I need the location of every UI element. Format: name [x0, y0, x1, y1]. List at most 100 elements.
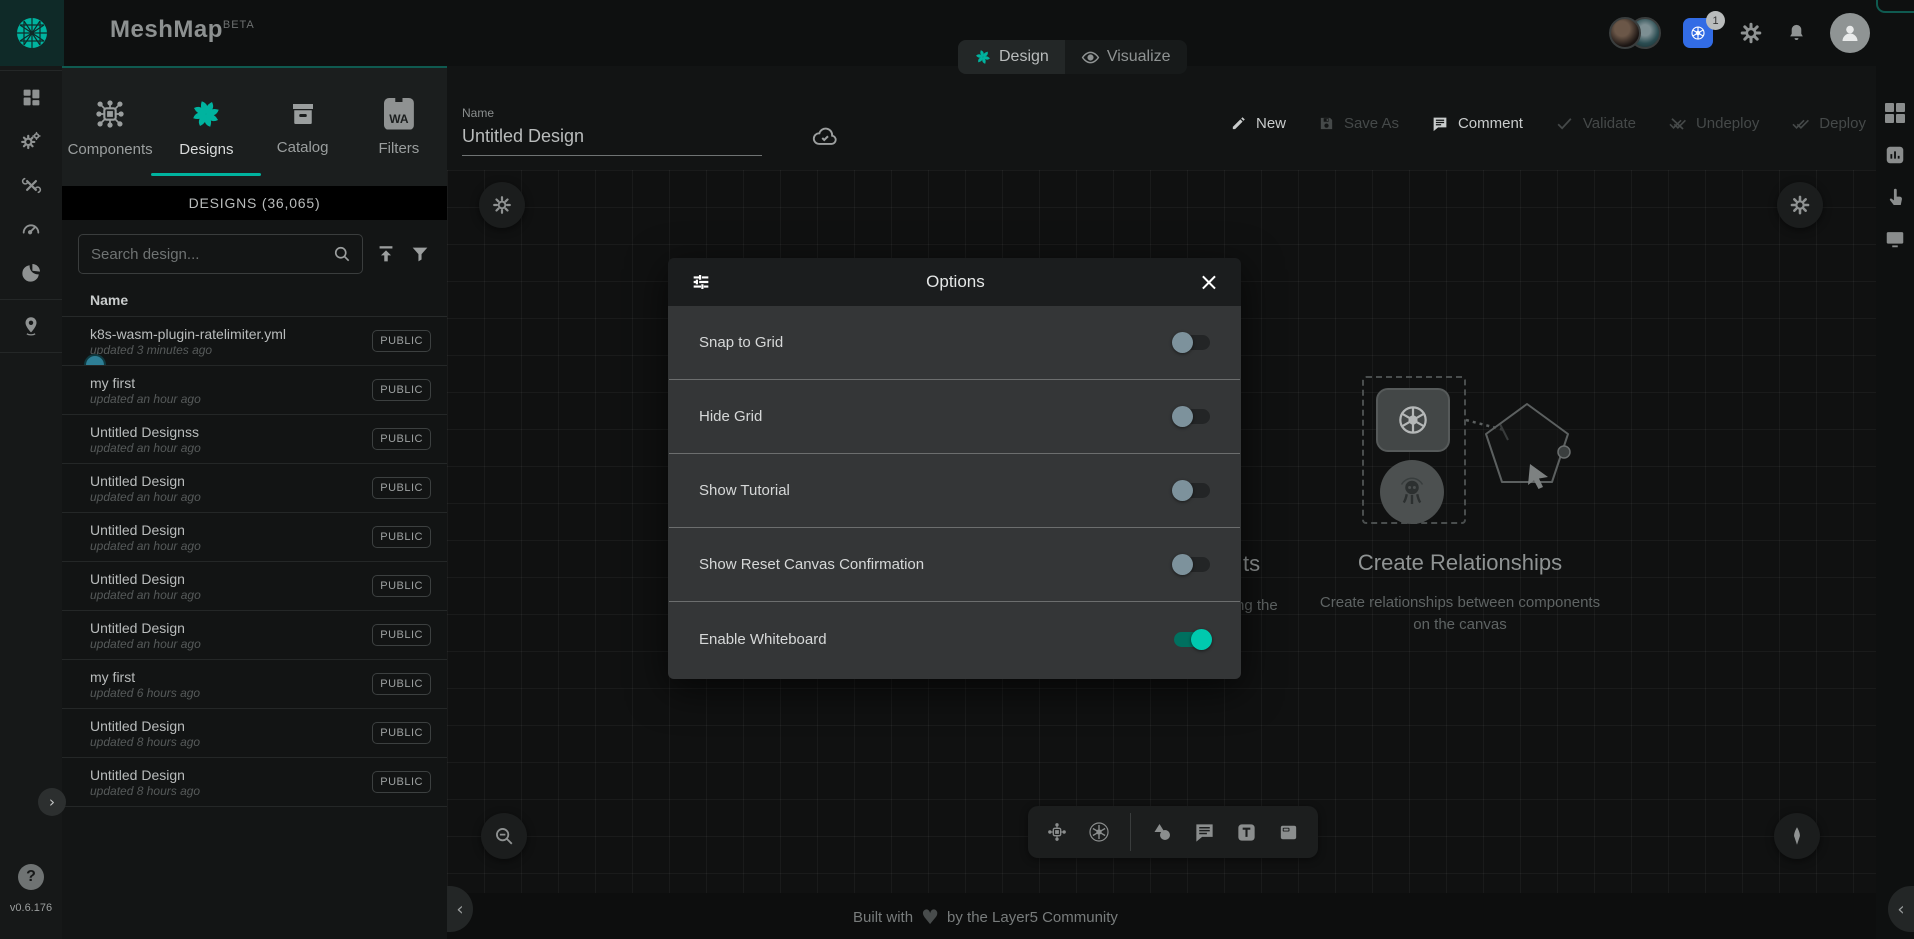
collaborator-avatar[interactable]	[1609, 17, 1641, 49]
squid-component-icon	[1380, 460, 1444, 524]
deploy-label: Deploy	[1819, 115, 1866, 132]
design-row[interactable]: Untitled Designss updated an hour ago PU…	[62, 415, 447, 464]
tab-visualize[interactable]: Visualize	[1065, 40, 1187, 74]
nav-extensions[interactable]	[0, 251, 62, 295]
visibility-badge: PUBLIC	[372, 673, 431, 695]
app-version: v0.6.176	[0, 902, 62, 914]
rail-expand-handle[interactable]: ›	[38, 788, 66, 816]
shapes-tool-icon[interactable]	[1150, 820, 1174, 844]
design-updated: updated an hour ago	[90, 588, 201, 602]
question-mark-icon: ?	[18, 864, 44, 890]
layer5-logo[interactable]	[0, 0, 64, 66]
close-icon[interactable]: ×	[1199, 270, 1219, 294]
undeploy-button[interactable]: Undeploy	[1668, 114, 1759, 133]
person-icon	[1838, 21, 1862, 45]
option-row-snap-to-grid: Snap to Grid	[669, 306, 1240, 380]
header-corner-accent	[1876, 0, 1914, 13]
tab-catalog[interactable]: Catalog	[255, 68, 351, 186]
canvas-config-button[interactable]	[479, 182, 525, 228]
options-modal-header: Options ×	[668, 258, 1241, 306]
nav-performance[interactable]	[0, 207, 62, 251]
collaborator-avatars[interactable]	[1609, 17, 1661, 49]
option-row-reset-confirmation: Show Reset Canvas Confirmation	[669, 528, 1240, 602]
design-row[interactable]: my first updated an hour ago PUBLIC	[62, 366, 447, 415]
toggle-thumb	[1172, 332, 1193, 353]
components-icon	[93, 97, 127, 131]
hide-grid-toggle[interactable]	[1174, 409, 1210, 424]
validate-tower-button[interactable]	[1774, 813, 1820, 859]
filter-funnel-icon[interactable]	[409, 243, 431, 265]
monitor-icon	[1884, 228, 1906, 250]
dock-display[interactable]	[1876, 218, 1914, 260]
app-title: MeshMapBETA	[110, 16, 255, 44]
tab-design[interactable]: Design	[958, 40, 1065, 74]
visibility-badge: PUBLIC	[372, 477, 431, 499]
nav-dashboard[interactable]	[0, 75, 62, 119]
design-row[interactable]: Untitled Design updated an hour ago PUBL…	[62, 562, 447, 611]
toggle-thumb	[1172, 406, 1193, 427]
comment-button[interactable]: Comment	[1431, 115, 1523, 133]
design-row[interactable]: k8s-wasm-plugin-ratelimiter.yml updated …	[62, 317, 447, 366]
design-row[interactable]: Untitled Design updated an hour ago PUBL…	[62, 513, 447, 562]
catalog-archive-icon	[288, 99, 318, 129]
beta-tag: BETA	[223, 19, 255, 31]
mesh-pie-icon	[20, 262, 42, 284]
nav-meshmap[interactable]	[0, 304, 62, 348]
help-button[interactable]: ?	[0, 864, 62, 890]
top-header: MeshMapBETA Design Visualize	[0, 0, 1914, 66]
design-row[interactable]: Untitled Design updated 8 hours ago PUBL…	[62, 709, 447, 758]
snap-to-grid-toggle[interactable]	[1174, 335, 1210, 350]
nav-configuration[interactable]	[0, 163, 62, 207]
design-name: my first	[90, 668, 200, 687]
reset-canvas-confirmation-toggle[interactable]	[1174, 557, 1210, 572]
tab-filters[interactable]: WA Filters	[351, 68, 447, 186]
enable-whiteboard-toggle[interactable]	[1174, 632, 1210, 647]
search-box[interactable]	[78, 234, 363, 274]
rail-divider	[0, 70, 62, 71]
meshmap-app: MeshMapBETA Design Visualize	[0, 0, 1914, 939]
tune-sliders-icon	[690, 271, 712, 293]
save-as-button[interactable]: Save As	[1318, 115, 1399, 132]
dock-widgets[interactable]	[1876, 92, 1914, 134]
validate-button[interactable]: Validate	[1555, 114, 1636, 133]
undeploy-label: Undeploy	[1696, 115, 1759, 132]
user-profile-button[interactable]	[1830, 13, 1870, 53]
designs-count-header: DESIGNS (36,065)	[62, 186, 447, 220]
deploy-button[interactable]: Deploy	[1791, 114, 1866, 133]
design-updated: updated 8 hours ago	[90, 735, 200, 749]
zoom-out-button[interactable]	[481, 813, 527, 859]
tab-components[interactable]: Components	[62, 68, 158, 186]
kubernetes-context-switcher[interactable]: 1	[1683, 18, 1717, 48]
check-icon	[1555, 114, 1574, 133]
design-name-input[interactable]: Untitled Design	[462, 126, 762, 156]
design-browser-panel: Components Designs Catalog WA Filters DE…	[62, 66, 447, 939]
design-name: Untitled Design	[90, 521, 201, 540]
design-updated: updated 3 minutes ago	[90, 343, 286, 357]
design-row[interactable]: my first updated 6 hours ago PUBLIC	[62, 660, 447, 709]
show-tutorial-toggle[interactable]	[1174, 483, 1210, 498]
design-updated: updated an hour ago	[90, 441, 201, 455]
design-name: Untitled Design	[90, 766, 200, 785]
dock-analytics[interactable]	[1876, 134, 1914, 176]
text-tool-icon[interactable]	[1235, 821, 1258, 844]
gear-icon	[1789, 194, 1811, 216]
design-name-field[interactable]: Name Untitled Design	[462, 106, 762, 156]
notifications-bell-icon[interactable]	[1785, 22, 1808, 45]
settings-gear-icon[interactable]	[1739, 21, 1763, 45]
tab-designs[interactable]: Designs	[158, 68, 254, 186]
option-label: Snap to Grid	[699, 334, 783, 351]
search-input[interactable]	[91, 246, 332, 263]
import-design-icon[interactable]	[375, 243, 397, 265]
nav-lifecycle[interactable]	[0, 119, 62, 163]
canvas-settings-button[interactable]	[1777, 182, 1823, 228]
new-design-button[interactable]: New	[1230, 115, 1286, 132]
save-as-label: Save As	[1344, 115, 1399, 132]
components-tool-icon[interactable]	[1046, 821, 1068, 843]
kubernetes-tool-icon[interactable]	[1087, 820, 1111, 844]
design-row[interactable]: Untitled Design updated an hour ago PUBL…	[62, 611, 447, 660]
comment-tool-icon[interactable]	[1193, 821, 1216, 844]
dock-interaction[interactable]	[1876, 176, 1914, 218]
media-tool-icon[interactable]	[1277, 821, 1300, 844]
design-row[interactable]: Untitled Design updated an hour ago PUBL…	[62, 464, 447, 513]
design-row[interactable]: Untitled Design updated 8 hours ago PUBL…	[62, 758, 447, 807]
